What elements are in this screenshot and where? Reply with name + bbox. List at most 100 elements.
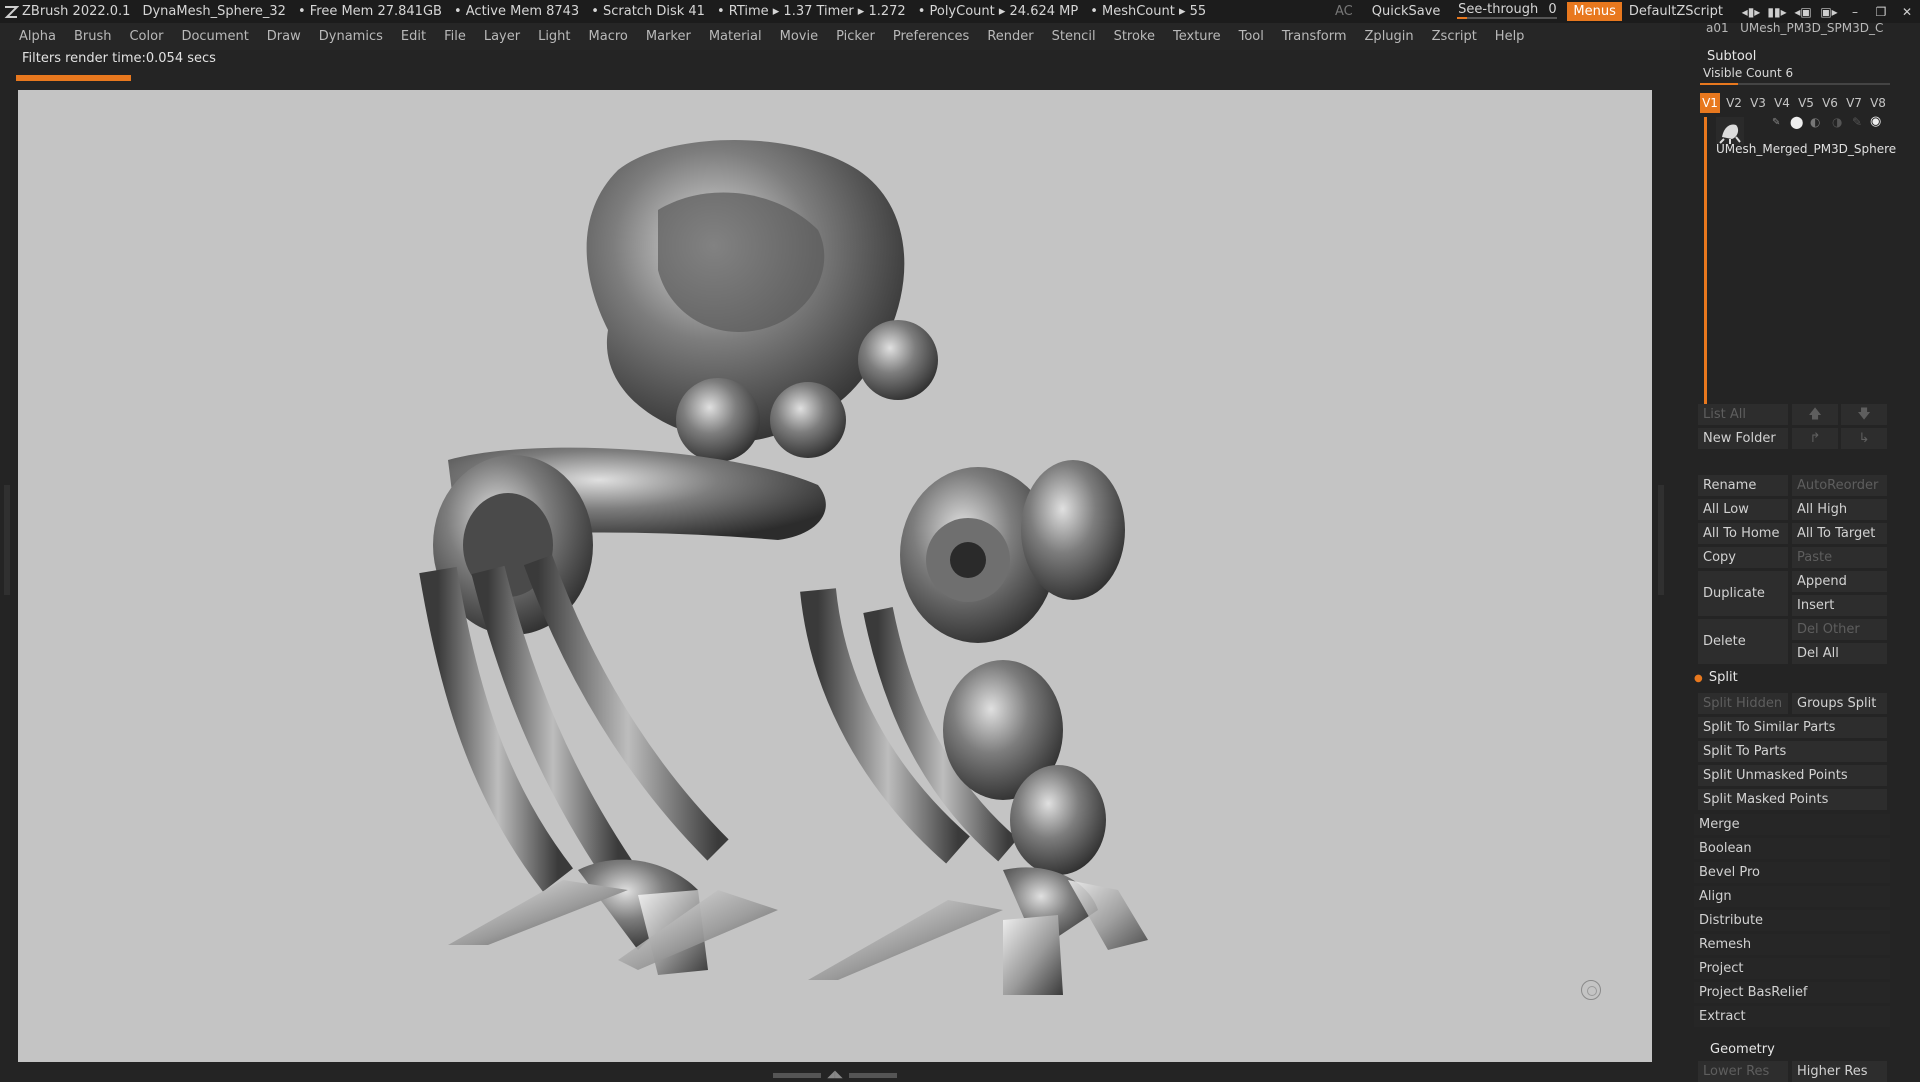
default-zscript-button[interactable]: DefaultZScript — [1622, 2, 1730, 21]
merge-section[interactable]: Merge — [1694, 814, 1890, 835]
all-low-button[interactable]: All Low — [1698, 499, 1788, 520]
align-section[interactable]: Align — [1694, 886, 1890, 907]
all-to-target-button[interactable]: All To Target — [1792, 523, 1887, 544]
layout-right-icon[interactable]: ▮▮▸ — [1764, 5, 1790, 19]
tab-v7[interactable]: V7 — [1844, 93, 1864, 113]
right-tray-handle[interactable] — [1658, 485, 1664, 595]
subtool-mode-icon[interactable]: ◑ — [1832, 115, 1842, 129]
minimize-icon[interactable]: – — [1842, 5, 1868, 19]
menu-zscript[interactable]: Zscript — [1423, 29, 1486, 44]
rename-button[interactable]: Rename — [1698, 475, 1788, 496]
tab-v4[interactable]: V4 — [1772, 93, 1792, 113]
project-basrelief-section[interactable]: Project BasRelief — [1694, 982, 1890, 1003]
menu-layer[interactable]: Layer — [475, 29, 529, 44]
lower-res-button[interactable]: Lower Res — [1698, 1061, 1788, 1082]
autoreorder-button[interactable]: AutoReorder — [1792, 475, 1887, 496]
insert-button[interactable]: Insert — [1792, 595, 1887, 616]
navigation-gizmo-icon[interactable] — [1581, 980, 1601, 1000]
split-masked-points-button[interactable]: Split Masked Points — [1698, 789, 1887, 810]
subtool-pencil-icon[interactable]: ✎ — [1772, 117, 1780, 128]
menu-picker[interactable]: Picker — [827, 29, 884, 44]
move-up-arrow-icon[interactable]: 🡅 — [1792, 404, 1838, 425]
menu-render[interactable]: Render — [978, 29, 1042, 44]
menu-preferences[interactable]: Preferences — [884, 29, 978, 44]
split-to-parts-button[interactable]: Split To Parts — [1698, 741, 1887, 762]
extract-section[interactable]: Extract — [1694, 1006, 1890, 1027]
move-down-arrow-icon[interactable]: 🡇 — [1841, 404, 1887, 425]
subtool-polypaint-icon[interactable]: ⬤ — [1790, 115, 1803, 129]
subtool-list-scrollbar[interactable] — [1704, 117, 1707, 423]
close-icon[interactable]: ✕ — [1894, 5, 1920, 19]
zbrush-logo-icon[interactable] — [0, 1, 22, 23]
subtool-brush-icon[interactable]: ✎ — [1852, 115, 1862, 129]
new-folder-button[interactable]: New Folder — [1698, 428, 1788, 449]
menu-light[interactable]: Light — [529, 29, 579, 44]
all-to-home-button[interactable]: All To Home — [1698, 523, 1788, 544]
split-unmasked-points-button[interactable]: Split Unmasked Points — [1698, 765, 1887, 786]
menu-edit[interactable]: Edit — [392, 29, 435, 44]
geometry-section-title[interactable]: Geometry — [1710, 1042, 1775, 1057]
tab-v5[interactable]: V5 — [1796, 93, 1816, 113]
bottom-tray-handle[interactable]: ◢◣ — [770, 1070, 900, 1080]
subtool-folder-icon[interactable]: ◐ — [1810, 115, 1820, 129]
higher-res-button[interactable]: Higher Res — [1792, 1061, 1887, 1082]
menu-brush[interactable]: Brush — [65, 29, 121, 44]
see-through-slider[interactable]: See-through 0 — [1457, 2, 1558, 21]
menu-stencil[interactable]: Stencil — [1043, 29, 1105, 44]
del-other-button[interactable]: Del Other — [1792, 619, 1887, 640]
subtool-visibility-eye-icon[interactable]: ◉ — [1870, 114, 1881, 129]
project-section[interactable]: Project — [1694, 958, 1890, 979]
del-all-button[interactable]: Del All — [1792, 643, 1887, 664]
tab-v8[interactable]: V8 — [1868, 93, 1888, 113]
menu-transform[interactable]: Transform — [1273, 29, 1356, 44]
subtool-section-title[interactable]: Subtool — [1707, 49, 1756, 64]
subtool-list-item[interactable]: ✎ ⬤ ◐ ◑ ✎ ◉ UMesh_Merged_PM3D_Sphere — [1714, 114, 1896, 159]
list-all-button[interactable]: List All — [1698, 404, 1788, 425]
duplicate-button[interactable]: Duplicate — [1698, 571, 1788, 616]
tab-v6[interactable]: V6 — [1820, 93, 1840, 113]
menu-stroke[interactable]: Stroke — [1105, 29, 1164, 44]
layout-left-icon[interactable]: ◂▮▸ — [1738, 5, 1764, 19]
bevel-pro-section[interactable]: Bevel Pro — [1694, 862, 1890, 883]
groups-split-button[interactable]: Groups Split — [1792, 693, 1887, 714]
menu-color[interactable]: Color — [120, 29, 172, 44]
copy-button[interactable]: Copy — [1698, 547, 1788, 568]
menus-button[interactable]: Menus — [1567, 2, 1622, 21]
remesh-section[interactable]: Remesh — [1694, 934, 1890, 955]
boolean-section[interactable]: Boolean — [1694, 838, 1890, 859]
menu-marker[interactable]: Marker — [637, 29, 700, 44]
split-section-header[interactable]: ● Split — [1694, 670, 1890, 690]
layout-swap-icon[interactable]: ◂▣ — [1790, 5, 1816, 19]
layout-toggle-icon[interactable]: ▣▸ — [1816, 5, 1842, 19]
split-hidden-button[interactable]: Split Hidden — [1698, 693, 1788, 714]
folder-move-in-icon[interactable]: ↱ — [1792, 428, 1838, 449]
paste-button[interactable]: Paste — [1792, 547, 1887, 568]
restore-icon[interactable]: ❐ — [1868, 5, 1894, 19]
append-button[interactable]: Append — [1792, 571, 1887, 592]
menu-texture[interactable]: Texture — [1164, 29, 1230, 44]
menu-draw[interactable]: Draw — [258, 29, 310, 44]
all-high-button[interactable]: All High — [1792, 499, 1887, 520]
tab-v1[interactable]: V1 — [1700, 93, 1720, 113]
menu-zplugin[interactable]: Zplugin — [1356, 29, 1423, 44]
delete-button[interactable]: Delete — [1698, 619, 1788, 664]
tab-v2[interactable]: V2 — [1724, 93, 1744, 113]
left-tray-handle[interactable] — [4, 485, 10, 595]
menu-help[interactable]: Help — [1486, 29, 1534, 44]
menu-dynamics[interactable]: Dynamics — [310, 29, 392, 44]
menu-document[interactable]: Document — [172, 29, 257, 44]
window-controls: ◂▮▸ ▮▮▸ ◂▣ ▣▸ – ❐ ✕ — [1738, 5, 1920, 19]
menu-tool[interactable]: Tool — [1230, 29, 1273, 44]
menu-movie[interactable]: Movie — [771, 29, 827, 44]
tab-v3[interactable]: V3 — [1748, 93, 1768, 113]
canvas-viewport[interactable] — [18, 90, 1652, 1062]
menu-alpha[interactable]: Alpha — [10, 29, 65, 44]
menu-macro[interactable]: Macro — [580, 29, 637, 44]
menu-material[interactable]: Material — [700, 29, 771, 44]
distribute-section[interactable]: Distribute — [1694, 910, 1890, 931]
quicksave-button[interactable]: QuickSave — [1365, 2, 1448, 21]
split-to-similar-parts-button[interactable]: Split To Similar Parts — [1698, 717, 1887, 738]
visible-count-slider[interactable]: Visible Count 6 — [1700, 65, 1890, 85]
menu-file[interactable]: File — [435, 29, 475, 44]
folder-move-out-icon[interactable]: ↳ — [1841, 428, 1887, 449]
